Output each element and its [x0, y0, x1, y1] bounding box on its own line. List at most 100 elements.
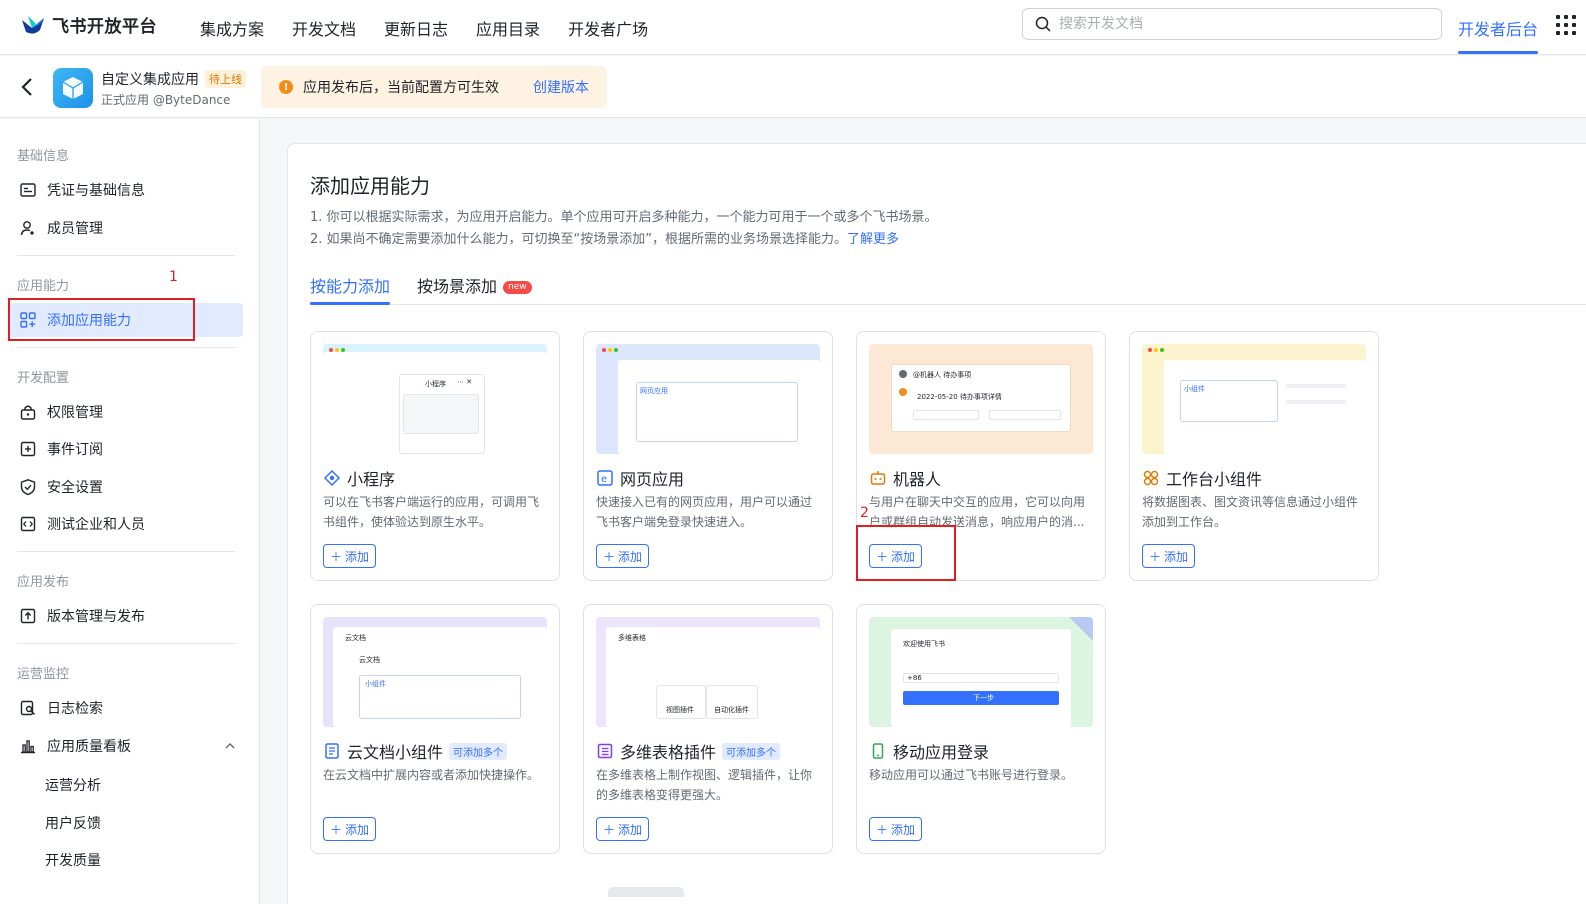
card-title: 移动应用登录	[869, 739, 989, 763]
create-version-link[interactable]: 创建版本	[533, 77, 589, 97]
svg-text:e: e	[601, 474, 607, 485]
search-box[interactable]	[1022, 8, 1442, 40]
sidebar-item-label: 测试企业和人员	[47, 517, 145, 533]
nav-docs[interactable]: 开发文档	[292, 16, 356, 40]
preview-text: 网页应用	[640, 387, 668, 395]
add-label: 添加	[618, 822, 643, 837]
apps-grid-icon[interactable]	[1556, 15, 1576, 35]
card-title: 多维表格插件 可添加多个	[596, 739, 781, 763]
sidebar-item-test-tenants[interactable]: 测试企业和人员	[17, 507, 251, 541]
capability-card-doc-widget: 云文档 云文档 小组件 云文档小组件 可添加多个 在云文档中扩展内容或者添加快捷…	[310, 604, 560, 854]
sidebar-item-quality-dashboard[interactable]: 应用质量看板	[17, 729, 251, 763]
preview-text: 小组件	[1184, 385, 1205, 393]
web-app-preview: 网页应用	[596, 344, 820, 454]
bitable-plugin-preview: 多维表格 视图插件 自动化插件	[596, 617, 820, 727]
sidebar-subitem-dev-quality[interactable]: 开发质量	[45, 850, 101, 870]
logo-text: 飞书开放平台	[52, 17, 157, 37]
mobile-login-preview: 欢迎使用飞书 +86 下一步	[869, 617, 1093, 727]
card-title-text: 小程序	[347, 470, 396, 489]
sidebar-item-label: 凭证与基础信息	[47, 183, 145, 199]
sidebar-subitem-user-feedback[interactable]: 用户反馈	[45, 813, 101, 833]
add-mini-program-button[interactable]: ＋添加	[323, 544, 377, 568]
add-doc-widget-button[interactable]: ＋添加	[323, 817, 377, 841]
permission-lock-icon	[20, 405, 36, 420]
preview-text: 多维表格	[618, 634, 646, 642]
scroll-indicator[interactable]	[608, 887, 684, 897]
credential-card-icon	[20, 183, 36, 197]
app-subtitle: 正式应用 @ByteDance	[101, 93, 231, 107]
nav-changelog[interactable]: 更新日志	[384, 16, 448, 40]
add-mobile-login-button[interactable]: ＋添加	[869, 817, 923, 841]
feishu-open-platform-logo[interactable]: 飞书开放平台	[20, 12, 157, 37]
warning-icon: !	[279, 80, 293, 94]
plus-icon: ＋	[876, 822, 889, 837]
annotation-number-2: 2	[860, 505, 869, 521]
chevron-up-icon[interactable]	[224, 740, 236, 752]
add-label: 添加	[345, 549, 370, 564]
add-bitable-plugin-button[interactable]: ＋添加	[596, 817, 650, 841]
plus-icon: ＋	[603, 549, 616, 564]
add-label: 添加	[345, 822, 370, 837]
card-title: e 网页应用	[596, 466, 684, 490]
status-badge: 待上线	[205, 70, 246, 88]
sidebar-item-label: 事件订阅	[47, 442, 103, 458]
sidebar-item-versions[interactable]: 版本管理与发布	[17, 599, 251, 633]
sidebar-divider	[17, 551, 235, 552]
upload-version-icon	[20, 608, 36, 624]
card-description: 在云文档中扩展内容或者添加快捷操作。	[323, 768, 540, 782]
sidebar-item-members[interactable]: 成员管理	[17, 211, 251, 245]
sidebar-item-label: 日志检索	[47, 701, 103, 717]
mini-program-preview: 小程序 ⋯ ✕	[323, 344, 547, 454]
plus-icon: ＋	[603, 822, 616, 837]
nav-app-directory[interactable]: 应用目录	[476, 16, 540, 40]
back-arrow-icon[interactable]	[18, 76, 38, 98]
plus-icon: ＋	[1149, 549, 1162, 564]
nav-developer-plaza[interactable]: 开发者广场	[568, 16, 648, 40]
robot-icon	[870, 471, 886, 485]
page-description-2: 2. 如果尚不确定需要添加什么能力，可切换至“按场景添加”，根据所需的业务场景选…	[310, 228, 899, 247]
card-description: 移动应用可以通过飞书账号进行登录。	[869, 768, 1074, 782]
search-input[interactable]	[1059, 16, 1419, 32]
log-search-icon	[20, 700, 35, 716]
sidebar: 基础信息 凭证与基础信息 成员管理 应用能力 添加应用能力 开发配置 权限管理 …	[0, 119, 260, 904]
code-test-icon	[20, 516, 36, 532]
publish-notice-banner: ! 应用发布后，当前配置方可生效 创建版本	[261, 66, 607, 108]
bitable-plugin-icon	[597, 743, 613, 759]
sidebar-item-label: 权限管理	[47, 405, 103, 421]
card-description: 将数据图表、图文资讯等信息通过小组件添加到工作台。	[1142, 495, 1359, 529]
preview-text: 欢迎使用飞书	[903, 640, 945, 648]
main-content-panel: 添加应用能力 1. 你可以根据实际需求，为应用开启能力。单个应用可开启多种能力，…	[287, 143, 1586, 904]
app-name-text: 自定义集成应用	[101, 72, 199, 88]
sidebar-item-permissions[interactable]: 权限管理	[17, 395, 251, 429]
feishu-logo-icon	[22, 15, 44, 34]
add-workplace-widget-button[interactable]: ＋添加	[1142, 544, 1196, 568]
sidebar-group-capabilities: 应用能力	[17, 279, 70, 294]
sidebar-item-credentials[interactable]: 凭证与基础信息	[17, 173, 251, 207]
card-title: 小程序	[323, 466, 395, 490]
capability-card-mini-program: 小程序 ⋯ ✕ 小程序 可以在飞书客户端运行的应用，可调用飞书组件，使体验达到原…	[310, 331, 560, 581]
doc-widget-preview: 云文档 云文档 小组件	[323, 617, 547, 727]
developer-console-link[interactable]: 开发者后台	[1458, 0, 1538, 55]
sidebar-item-label: 安全设置	[47, 480, 103, 496]
tab-by-capability[interactable]: 按能力添加	[310, 273, 390, 297]
card-title-text: 移动应用登录	[893, 743, 990, 762]
sidebar-item-events[interactable]: 事件订阅	[17, 432, 251, 466]
tab-by-scenario[interactable]: 按场景添加 new	[417, 273, 532, 297]
card-description: 在多维表格上制作视图、逻辑插件，让你的多维表格变得更强大。	[596, 768, 813, 802]
sidebar-item-log-search[interactable]: 日志检索	[17, 691, 251, 725]
annotation-highlight-box-1	[8, 298, 195, 341]
robot-preview: @机器人 待办事项 2022-05-20 待办事项详情	[869, 344, 1093, 454]
capability-card-bitable-plugin: 多维表格 视图插件 自动化插件 多维表格插件 可添加多个 在多维表格上制作视图、…	[583, 604, 833, 854]
card-title: 云文档小组件 可添加多个	[323, 739, 508, 763]
top-navigation-bar: 飞书开放平台 集成方案 开发文档 更新日志 应用目录 开发者广场 开发者后台	[0, 0, 1586, 55]
learn-more-link[interactable]: 了解更多	[847, 232, 899, 247]
add-web-app-button[interactable]: ＋添加	[596, 544, 650, 568]
nav-solutions[interactable]: 集成方案	[200, 16, 264, 40]
multi-add-badge: 可添加多个	[722, 742, 781, 760]
card-title-text: 机器人	[893, 470, 942, 489]
active-tab-underline	[310, 302, 390, 305]
tab-bar: 按能力添加 按场景添加 new	[310, 269, 1586, 305]
card-title-text: 网页应用	[620, 470, 685, 489]
sidebar-item-security[interactable]: 安全设置	[17, 470, 251, 504]
sidebar-subitem-operation-analysis[interactable]: 运营分析	[45, 775, 101, 795]
